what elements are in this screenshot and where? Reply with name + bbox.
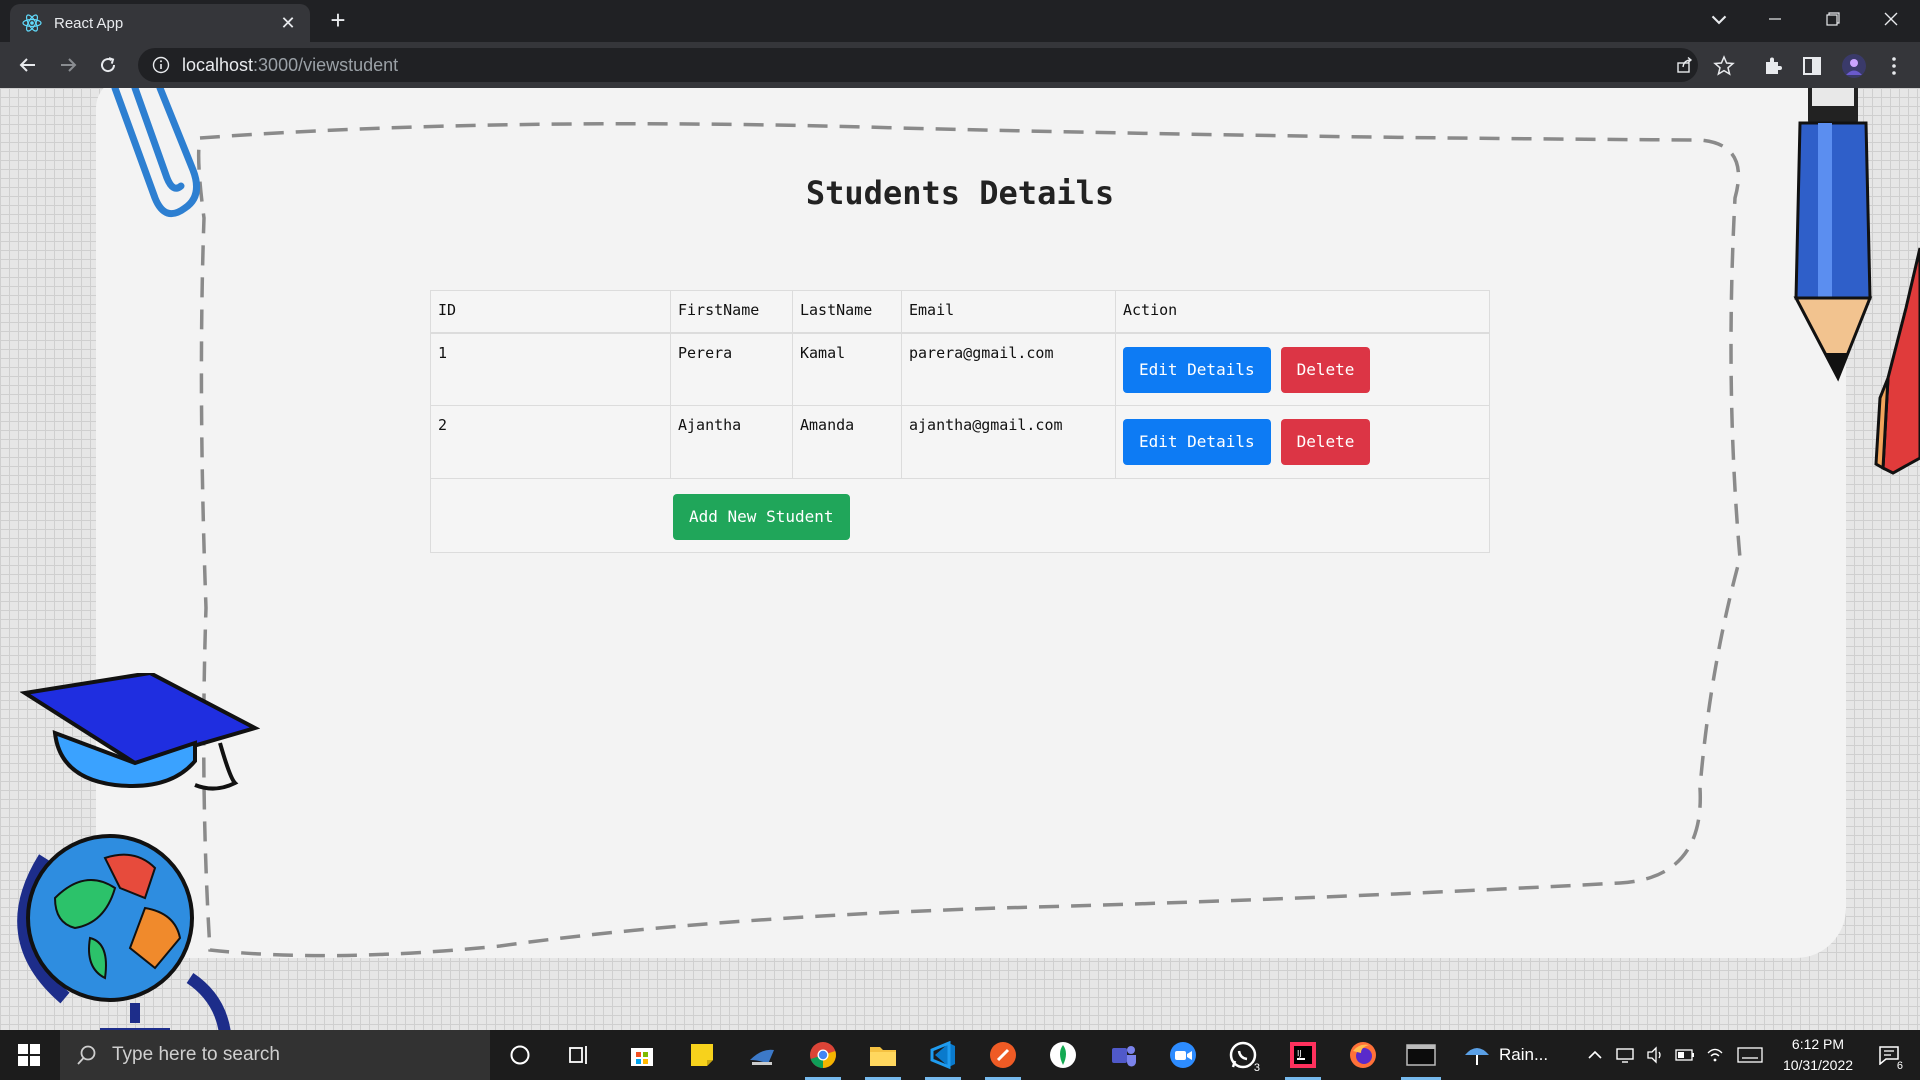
profile-avatar[interactable] <box>1841 53 1867 79</box>
clock-time[interactable]: 6:12 PM <box>1773 1036 1863 1052</box>
whatsapp-icon[interactable]: 3 <box>1217 1030 1269 1080</box>
cell-email: parera@gmail.com <box>901 332 1116 406</box>
delete-button[interactable]: Delete <box>1280 346 1371 393</box>
mongodb-compass-icon[interactable] <box>1037 1030 1089 1080</box>
wifi-icon[interactable] <box>1700 1030 1730 1080</box>
search-icon <box>77 1045 96 1065</box>
close-tab-icon[interactable]: ✕ <box>278 13 298 34</box>
browser-titlebar: React App ✕ + <box>0 0 1920 42</box>
pencils-icon <box>1793 88 1920 475</box>
tab-title: React App <box>54 14 124 32</box>
url-path: :3000/viewstudent <box>253 54 399 75</box>
teams-icon[interactable] <box>1097 1030 1149 1080</box>
task-view-icon[interactable] <box>554 1030 606 1080</box>
cell-id: 2 <box>430 405 671 479</box>
cell-action: Edit Details Delete <box>1115 332 1490 406</box>
side-panel-icon[interactable] <box>1801 55 1823 77</box>
chrome-icon[interactable] <box>797 1030 849 1080</box>
notification-badge: 6 <box>1893 1060 1906 1072</box>
more-menu-icon[interactable] <box>1883 55 1905 77</box>
cortana-icon[interactable] <box>494 1030 546 1080</box>
window-controls <box>1746 0 1920 38</box>
file-explorer-icon[interactable] <box>857 1030 909 1080</box>
footer-cell: Add New Student <box>430 478 1490 553</box>
cell-id: 1 <box>430 332 671 406</box>
intellij-icon[interactable]: IJ <box>1277 1030 1329 1080</box>
header-email: Email <box>901 290 1116 334</box>
keyboard-icon[interactable] <box>1732 1030 1768 1080</box>
weather-widget[interactable]: Rain... <box>1463 1030 1563 1080</box>
microsoft-store-icon[interactable] <box>616 1030 668 1080</box>
reload-icon[interactable] <box>94 51 122 79</box>
browser-toolbar: localhost:3000/viewstudent <box>0 42 1920 88</box>
sticky-notes-icon[interactable] <box>676 1030 728 1080</box>
cell-lastname: Kamal <box>792 332 902 406</box>
header-action: Action <box>1115 290 1490 334</box>
search-placeholder: Type here to search <box>112 1044 280 1065</box>
display-icon[interactable] <box>1610 1030 1640 1080</box>
windows-taskbar: Type here to search 3 IJ Rain... 6:12 PM… <box>0 1030 1920 1080</box>
info-icon[interactable] <box>152 56 170 74</box>
new-tab-button[interactable]: + <box>324 6 352 34</box>
react-icon <box>22 14 42 32</box>
windows-start-icon[interactable] <box>0 1030 58 1080</box>
weather-text: Rain... <box>1499 1045 1549 1064</box>
volume-icon[interactable] <box>1640 1030 1670 1080</box>
edit-details-button[interactable]: Edit Details <box>1123 419 1271 465</box>
url-host: localhost <box>182 54 254 75</box>
bookmark-star-icon[interactable] <box>1713 55 1735 77</box>
close-window-icon[interactable] <box>1862 0 1920 38</box>
chevron-up-icon[interactable] <box>1580 1030 1610 1080</box>
minimize-icon[interactable] <box>1746 0 1804 38</box>
edit-details-button[interactable]: Edit Details <box>1123 346 1271 393</box>
whatsapp-badge: 3 <box>1250 1062 1263 1074</box>
battery-icon[interactable] <box>1670 1030 1700 1080</box>
browser-tab[interactable]: React App ✕ <box>10 4 310 42</box>
cell-action: Edit Details Delete <box>1115 405 1490 479</box>
cell-firstname: Perera <box>670 332 793 406</box>
globe-icon <box>17 834 231 1030</box>
header-lastname: LastName <box>792 290 902 334</box>
page-viewport: Students Details ID FirstName LastName E… <box>0 88 1920 1030</box>
forward-icon[interactable] <box>54 51 82 79</box>
page-title: Students Details <box>805 174 1115 212</box>
terminal-icon[interactable] <box>1393 1030 1449 1080</box>
table-row: 1 Perera Kamal parera@gmail.com Edit Det… <box>430 332 1490 406</box>
cell-lastname: Amanda <box>792 405 902 479</box>
umbrella-icon <box>1465 1048 1489 1065</box>
zoom-icon[interactable] <box>1157 1030 1209 1080</box>
restore-icon[interactable] <box>1804 0 1862 38</box>
taskbar-search-input[interactable]: Type here to search <box>60 1030 490 1080</box>
header-firstname: FirstName <box>670 290 793 334</box>
extensions-icon[interactable] <box>1762 55 1784 77</box>
header-id: ID <box>430 290 671 334</box>
delete-button[interactable]: Delete <box>1280 419 1371 465</box>
postman-icon[interactable] <box>977 1030 1029 1080</box>
cell-email: ajantha@gmail.com <box>901 405 1116 479</box>
cell-firstname: Ajantha <box>670 405 793 479</box>
table-header-row: ID FirstName LastName Email Action <box>430 290 1490 334</box>
svg-text:IJ: IJ <box>1297 1049 1302 1058</box>
back-icon[interactable] <box>14 51 42 79</box>
add-new-student-button[interactable]: Add New Student <box>673 494 850 540</box>
share-icon[interactable] <box>1676 56 1694 74</box>
tab-search-icon[interactable] <box>1706 6 1732 32</box>
table-footer-row: Add New Student <box>430 478 1490 553</box>
table-row: 2 Ajantha Amanda ajantha@gmail.com Edit … <box>430 405 1490 479</box>
dashed-frame <box>196 122 1742 958</box>
notification-center-icon[interactable]: 6 <box>1864 1030 1914 1080</box>
address-bar[interactable]: localhost:3000/viewstudent <box>138 48 1698 82</box>
firefox-icon[interactable] <box>1337 1030 1389 1080</box>
vscode-icon[interactable] <box>917 1030 969 1080</box>
mysql-workbench-icon[interactable] <box>736 1030 788 1080</box>
clock-date[interactable]: 10/31/2022 <box>1773 1057 1863 1073</box>
graduation-cap-icon <box>20 673 260 791</box>
students-table: ID FirstName LastName Email Action 1 Per… <box>430 290 1490 553</box>
